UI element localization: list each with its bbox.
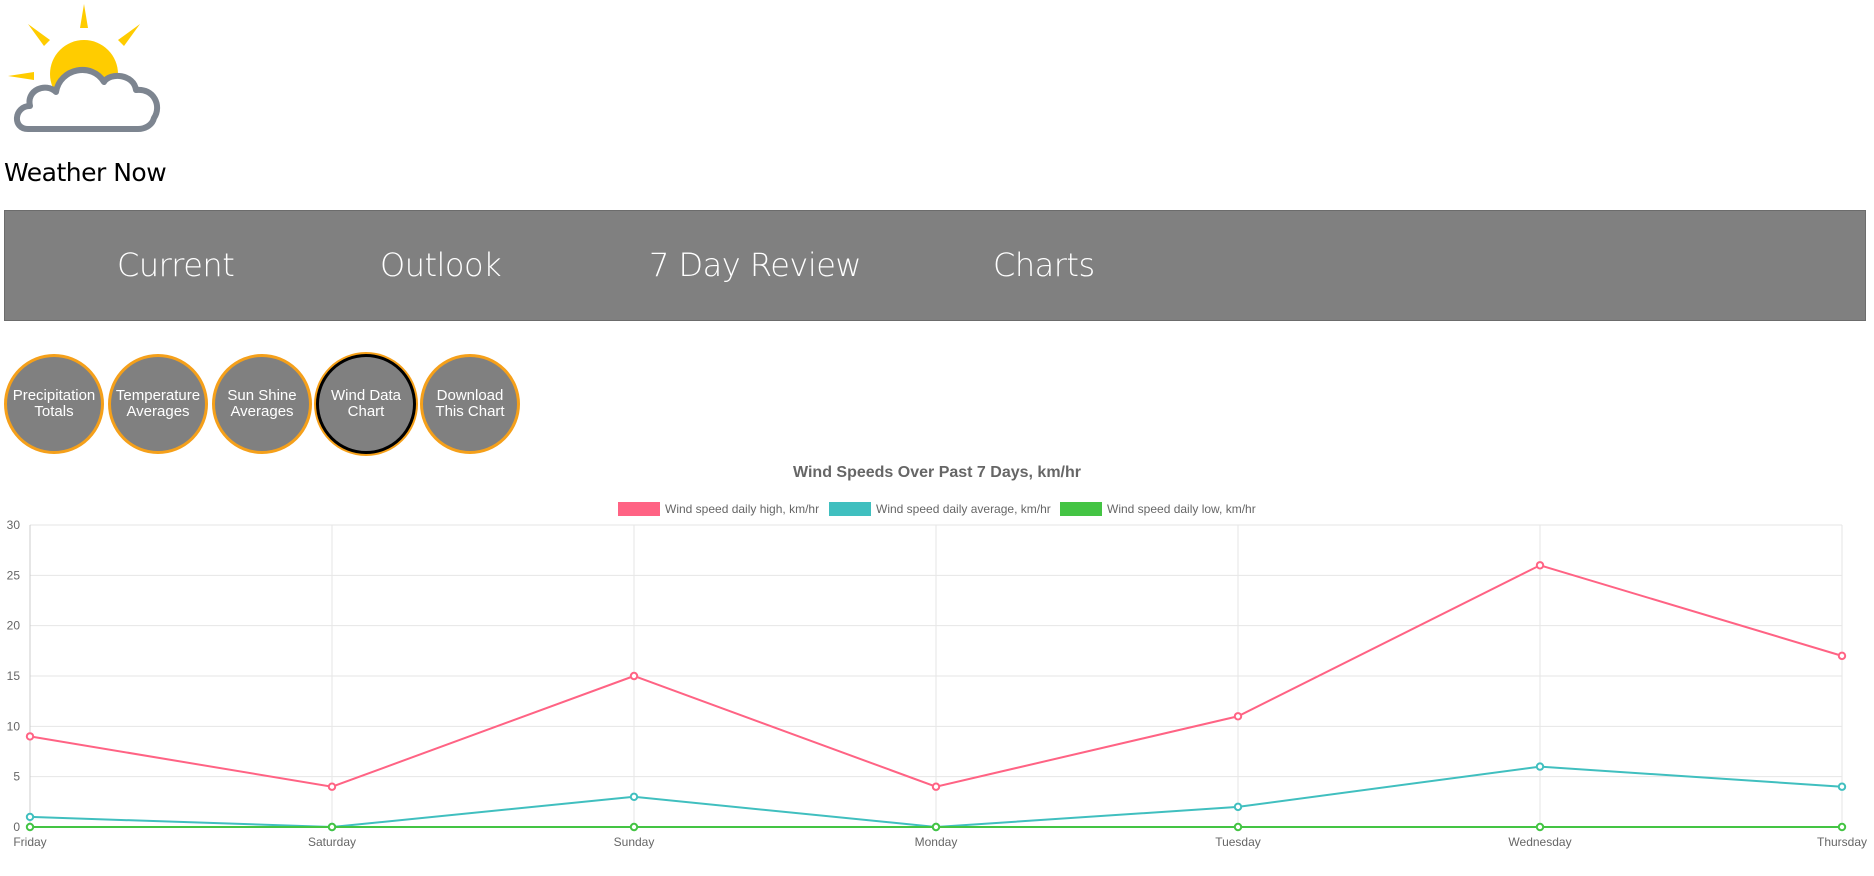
sun-shine-averages-button[interactable]: Sun Shine Averages <box>212 354 312 454</box>
legend-label[interactable]: Wind speed daily low, km/hr <box>1107 502 1256 516</box>
data-point[interactable] <box>1837 782 1847 791</box>
legend-swatch <box>618 502 660 516</box>
data-point[interactable] <box>629 792 639 801</box>
data-point[interactable] <box>25 822 35 832</box>
legend-label[interactable]: Wind speed daily high, km/hr <box>665 502 819 516</box>
x-tick-label: Monday <box>915 835 958 849</box>
data-point[interactable] <box>1233 802 1243 812</box>
download-chart-button[interactable]: Download This Chart <box>420 354 520 454</box>
wind-data-chart-button[interactable]: Wind Data Chart <box>316 354 416 454</box>
data-point[interactable] <box>327 782 337 791</box>
y-tick-label: 5 <box>13 770 20 784</box>
x-tick-label: Sunday <box>614 835 655 849</box>
data-point[interactable] <box>25 732 35 741</box>
data-point[interactable] <box>1535 762 1545 771</box>
x-tick-label: Tuesday <box>1215 835 1261 849</box>
x-tick-label: Friday <box>13 835 46 849</box>
site-title: Weather Now <box>4 158 167 187</box>
partly-cloudy-icon <box>8 4 161 132</box>
nav-outlook[interactable]: Outlook <box>380 211 502 320</box>
data-point[interactable] <box>1535 822 1545 832</box>
x-tick-label: Saturday <box>308 835 356 849</box>
chart-legend: Wind speed daily high, km/hr Wind speed d… <box>618 502 1256 516</box>
data-point[interactable] <box>25 812 35 822</box>
x-axis: Friday Saturday Sunday Monday Tuesday Wednesd… <box>13 835 1867 849</box>
main-navbar: Current Outlook 7 Day Review Charts <box>4 210 1866 321</box>
data-point[interactable] <box>1837 651 1847 661</box>
nav-7-day-review[interactable]: 7 Day Review <box>649 211 862 320</box>
y-tick-label: 0 <box>13 820 20 834</box>
data-point[interactable] <box>1535 561 1545 570</box>
wind-chart-svg: Wind Speeds Over Past 7 Days, km/hr Wind… <box>7 464 1867 849</box>
data-point[interactable] <box>629 822 639 832</box>
x-tick-label: Thursday <box>1817 835 1867 849</box>
data-point[interactable] <box>931 822 941 832</box>
nav-charts[interactable]: Charts <box>993 211 1095 320</box>
y-tick-label: 25 <box>7 568 21 582</box>
x-tick-label: Wednesday <box>1508 835 1571 849</box>
data-point[interactable] <box>1233 822 1243 832</box>
y-tick-label: 30 <box>7 518 21 532</box>
data-point[interactable] <box>931 782 941 791</box>
legend-label[interactable]: Wind speed daily average, km/hr <box>876 502 1051 516</box>
legend-swatch <box>829 502 871 516</box>
data-point[interactable] <box>1837 822 1847 832</box>
y-tick-label: 15 <box>7 669 21 683</box>
data-point[interactable] <box>327 822 337 832</box>
temperature-averages-button[interactable]: Temperature Averages <box>108 354 208 454</box>
y-axis: 0 5 10 15 20 25 30 <box>7 518 21 834</box>
data-point[interactable] <box>629 671 639 681</box>
legend-swatch <box>1060 502 1102 516</box>
wind-chart: Wind Speeds Over Past 7 Days, km/hr Wind… <box>0 455 1874 871</box>
data-point[interactable] <box>1233 712 1243 721</box>
nav-current[interactable]: Current <box>117 211 235 320</box>
y-tick-label: 20 <box>7 619 21 633</box>
y-tick-label: 10 <box>7 719 21 733</box>
precipitation-totals-button[interactable]: Precipitation Totals <box>4 354 104 454</box>
chart-title: Wind Speeds Over Past 7 Days, km/hr <box>793 464 1081 481</box>
